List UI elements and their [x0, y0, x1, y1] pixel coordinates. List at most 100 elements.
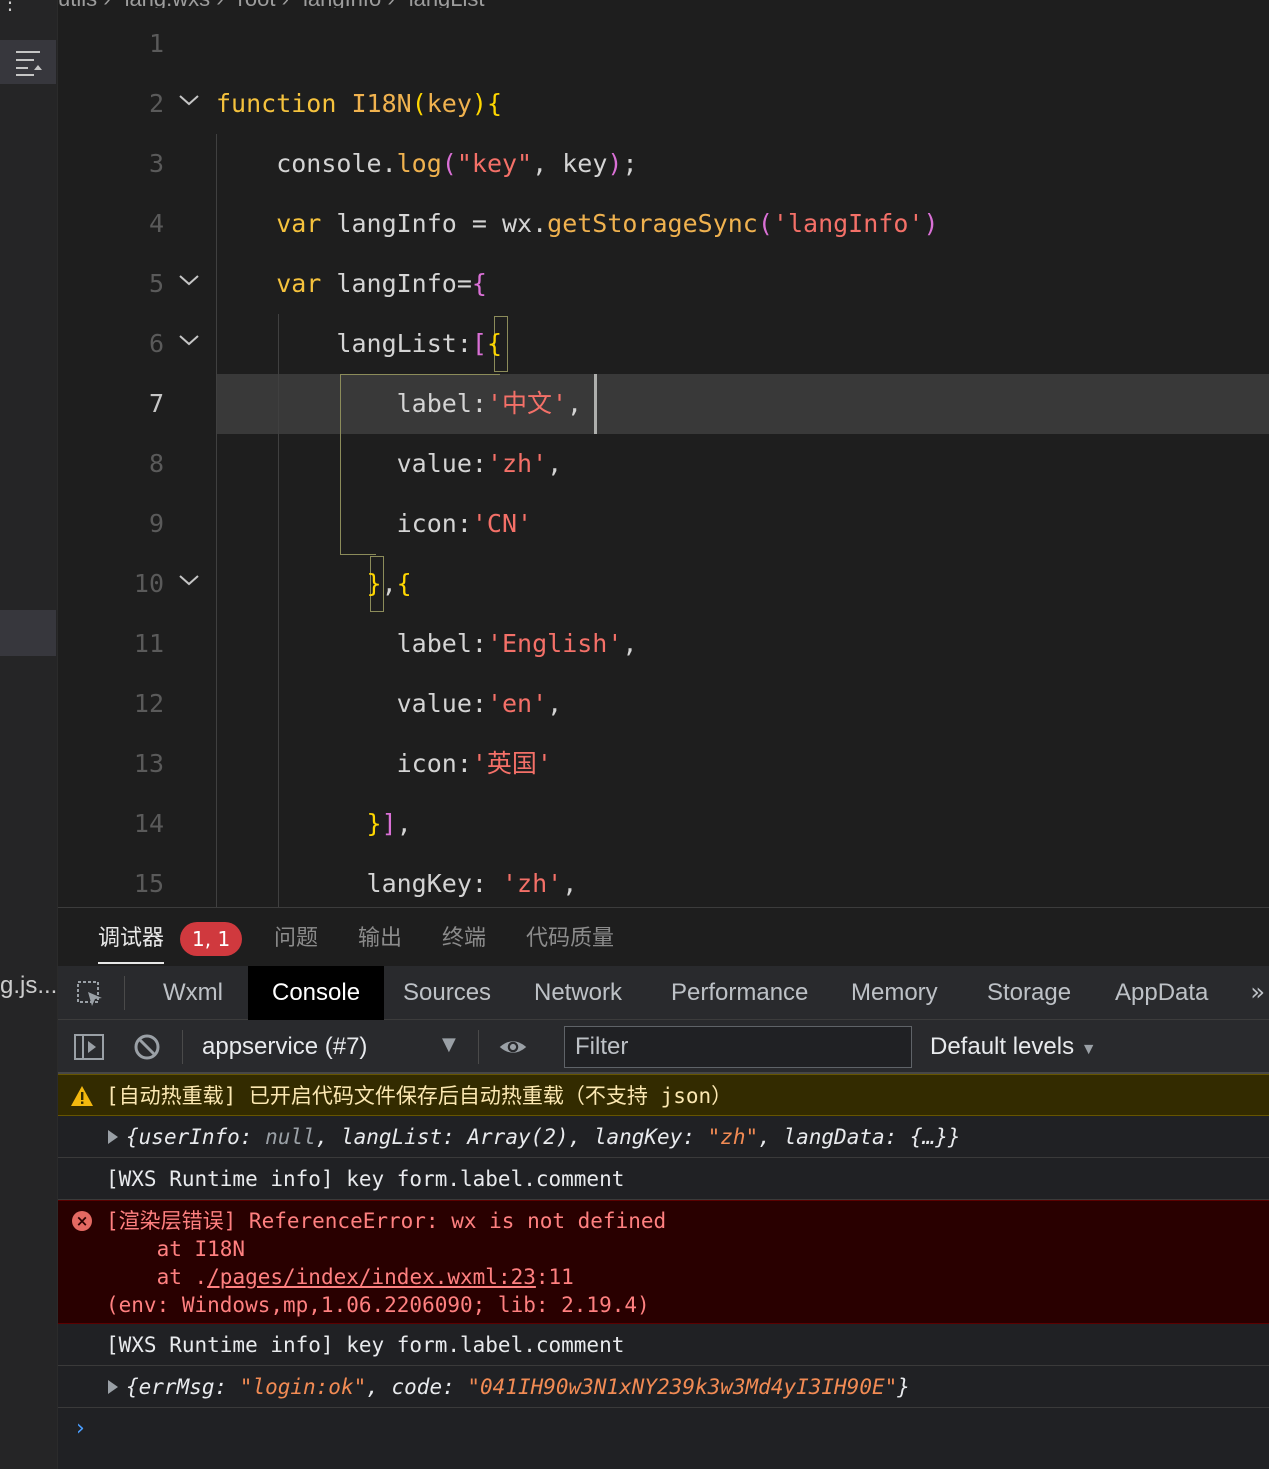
code-line[interactable]: 12 value:'en', [58, 674, 1269, 734]
error-icon: × [72, 1211, 92, 1231]
object-key: } [897, 1375, 910, 1399]
devtools-tab-console[interactable]: Console [248, 966, 385, 1020]
context-selector[interactable]: appservice (#7) [202, 1020, 367, 1074]
code-text: }], [216, 794, 412, 854]
devtools-tab-appdata[interactable]: AppData [1115, 966, 1208, 1020]
console-error-message[interactable]: × [渲染层错误] ReferenceError: wx is not defi… [58, 1200, 1269, 1324]
code-token: , [381, 569, 397, 598]
object-value: "login:ok" [239, 1375, 367, 1399]
expand-triangle-icon[interactable] [108, 1380, 118, 1394]
code-token: var [216, 269, 337, 298]
more-tabs-chevron-icon[interactable]: » [1250, 966, 1265, 1018]
code-token: { [396, 569, 412, 598]
devtools-tab-memory[interactable]: Memory [851, 966, 938, 1020]
line-number: 3 [148, 149, 164, 178]
console-object-message[interactable]: {errMsg: "login:ok", code: "041IH90w3N1x… [58, 1366, 1269, 1408]
code-line[interactable]: 14 }], [58, 794, 1269, 854]
console-object-message[interactable]: {userInfo: null, langList: Array(2), lan… [58, 1116, 1269, 1158]
devtools-tab-network[interactable]: Network [534, 966, 622, 1020]
expand-triangle-icon[interactable] [108, 1130, 118, 1144]
code-text: value:'zh', [216, 434, 563, 494]
breadcrumb-item[interactable]: langInfo › [303, 0, 395, 8]
code-line[interactable]: 2 function I18N(key){ [58, 74, 1269, 134]
code-text: },{ [216, 554, 412, 614]
code-token: label: [216, 629, 487, 658]
outline-toggle-button[interactable] [0, 40, 56, 84]
live-expression-eye-icon[interactable] [498, 1032, 528, 1062]
object-value: "zh" [707, 1125, 759, 1149]
fold-chevron-icon[interactable] [176, 272, 202, 292]
inspect-element-icon[interactable] [76, 980, 104, 1008]
code-token: ){ [471, 89, 503, 118]
console-info-message[interactable]: [WXS Runtime info] key form.label.commen… [58, 1158, 1269, 1200]
line-number: 8 [148, 449, 164, 478]
breadcrumb-item[interactable]: root › [238, 0, 289, 8]
error-stack-prefix: at . [106, 1265, 208, 1289]
code-token: icon: [216, 749, 472, 778]
code-line[interactable]: 4 var langInfo = wx.getStorageSync('lang… [58, 194, 1269, 254]
code-text: icon:'CN' [216, 494, 532, 554]
tab-problems[interactable]: 问题 [274, 922, 318, 956]
console-info-message[interactable]: [WXS Runtime info] key form.label.commen… [58, 1324, 1269, 1366]
code-token: value: [216, 449, 487, 478]
code-line[interactable]: 6 langList:[{ [58, 314, 1269, 374]
breadcrumb-item[interactable]: utils › [58, 0, 111, 8]
code-line[interactable]: 9 icon:'CN' [58, 494, 1269, 554]
console-warning-message[interactable]: [自动热重载] 已开启代码文件保存后自动热重载（不支持 json） [58, 1074, 1269, 1116]
code-line[interactable]: 8 value:'zh', [58, 434, 1269, 494]
devtools-tab-performance[interactable]: Performance [671, 966, 808, 1020]
explorer-file-label[interactable]: g.js... [0, 972, 57, 1000]
sidebar-toggle-icon[interactable] [74, 1032, 104, 1062]
tab-output[interactable]: 输出 [358, 922, 402, 956]
breadcrumb-item[interactable]: langList [409, 0, 485, 8]
object-brace: { [126, 1125, 139, 1149]
console-filter-input[interactable]: Filter [564, 1026, 912, 1068]
code-token: , [562, 869, 578, 898]
code-line[interactable]: 10 },{ [58, 554, 1269, 614]
devtools-tab-wxml[interactable]: Wxml [163, 966, 223, 1020]
code-token: ; [622, 149, 638, 178]
fold-chevron-icon[interactable] [176, 332, 202, 352]
code-token: value: [216, 689, 487, 718]
code-line[interactable]: 1 [58, 14, 1269, 74]
tab-terminal[interactable]: 终端 [442, 922, 486, 956]
code-line[interactable]: 7 label:'中文', [58, 374, 1269, 434]
devtools-tab-bar: Wxml Console Sources Network Performance… [58, 966, 1269, 1020]
more-dots-icon[interactable]: ⋮ [0, 0, 20, 12]
warning-text: [自动热重载] 已开启代码文件保存后自动热重载（不支持 json） [106, 1084, 733, 1108]
source-link[interactable]: /pages/index/index.wxml:23 [207, 1265, 536, 1289]
code-text: label:'English', [216, 614, 638, 674]
code-line[interactable]: 5 var langInfo={ [58, 254, 1269, 314]
fold-chevron-icon[interactable] [176, 92, 202, 112]
explorer-selected-row[interactable] [0, 610, 56, 656]
log-levels-dropdown[interactable]: Default levels ▼ [930, 1020, 1097, 1077]
code-token: , [547, 449, 563, 478]
code-line[interactable]: 11 label:'English', [58, 614, 1269, 674]
error-stack-line: at ./pages/index/index.wxml:23:11 [106, 1263, 574, 1291]
code-editor[interactable]: 1 2 function I18N(key){3 console.log("key"… [58, 14, 1269, 907]
code-token: key [426, 89, 472, 118]
code-line[interactable]: 13 icon:'英国' [58, 734, 1269, 794]
code-token: , [567, 389, 583, 418]
line-number: 9 [148, 509, 164, 538]
object-key: , langData: {…}} [758, 1125, 961, 1149]
devtools-tab-sources[interactable]: Sources [403, 966, 491, 1020]
context-dropdown-arrow-icon[interactable]: ▼ [442, 1020, 456, 1070]
breadcrumb-item[interactable]: lang.wxs › [125, 0, 224, 8]
code-token: ( [411, 89, 427, 118]
devtools-tab-storage[interactable]: Storage [987, 966, 1071, 1020]
code-token: ) [923, 209, 939, 238]
code-token: , [547, 689, 563, 718]
code-line[interactable]: 15 langKey: 'zh', [58, 854, 1269, 907]
code-text: langList:[{ [216, 314, 502, 374]
code-line[interactable]: 3 console.log("key", key); [58, 134, 1269, 194]
console-prompt-icon[interactable]: › [76, 1416, 85, 1441]
fold-chevron-icon[interactable] [176, 572, 202, 592]
tab-debugger[interactable]: 调试器 [98, 922, 165, 964]
clear-console-icon[interactable] [132, 1032, 162, 1062]
tab-code-quality[interactable]: 代码质量 [526, 922, 614, 956]
line-number: 13 [133, 749, 164, 778]
code-token: 'zh' [501, 869, 563, 898]
code-token: 'zh' [486, 449, 548, 478]
error-env-line: (env: Windows,mp,1.06.2206090; lib: 2.19… [106, 1293, 650, 1317]
